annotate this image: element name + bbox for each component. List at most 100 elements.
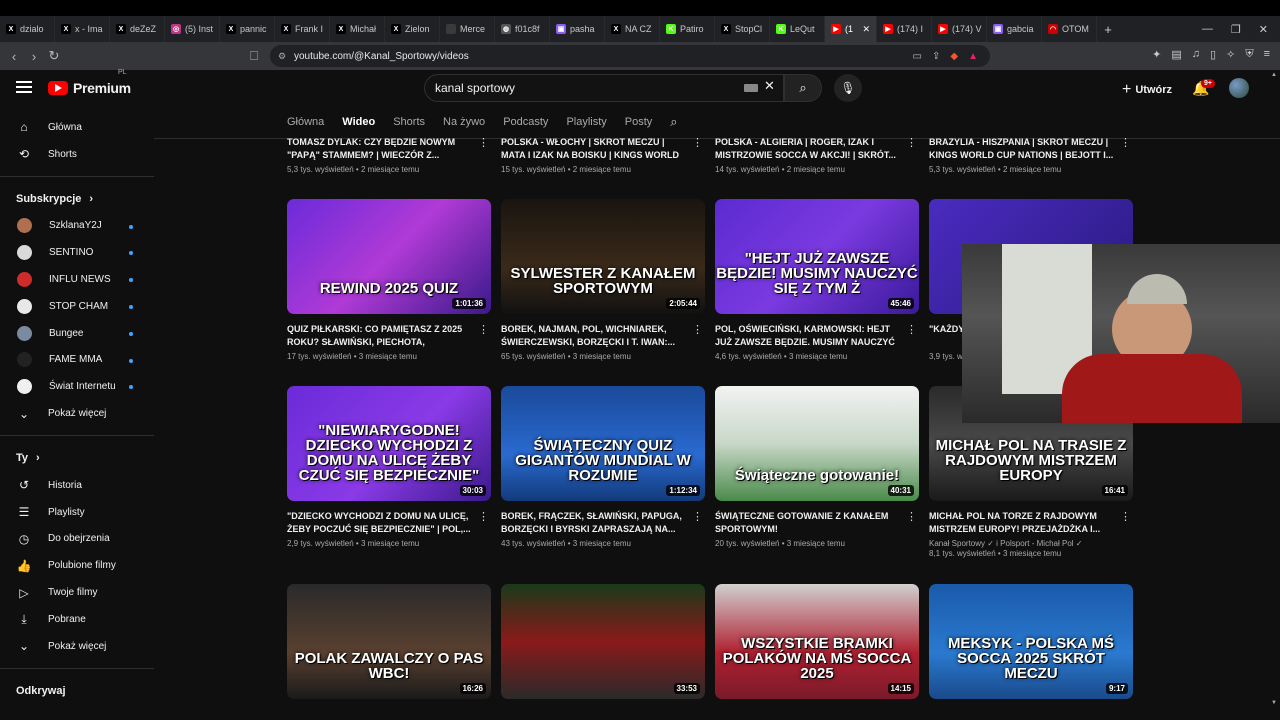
video-card[interactable]: POLSKA - ALGIERIA | ROGER, IZAK I MISTRZ… <box>715 138 919 174</box>
sidebar-item-subscription[interactable]: INFLU NEWS <box>0 266 154 293</box>
browser-tab[interactable]: XdeZeZ <box>110 16 165 42</box>
more-options-icon[interactable]: ⋮ <box>906 323 917 336</box>
video-channel[interactable]: Kanał Sportowy ✓ i Polsport - Michał Pol… <box>929 539 1133 548</box>
vpn-icon[interactable]: ⛨ <box>1245 48 1253 61</box>
music-icon[interactable]: ♫ <box>1192 48 1200 61</box>
browser-tab[interactable]: ▶ (1 ✕ <box>825 16 877 42</box>
video-title[interactable]: BRAZYLIA - HISZPANIA | SKRÓT MECZU | KIN… <box>929 138 1115 162</box>
video-title[interactable]: MICHAŁ POL NA TORZE Z RAJDOWYM MISTRZEM … <box>929 510 1115 536</box>
url-field[interactable]: ⚙ youtube.com/@Kanal_Sportowy/videos ▭ ⇪… <box>270 45 990 67</box>
leo-icon[interactable]: ✧ <box>1226 48 1235 61</box>
voice-search-button[interactable]: 🎙 <box>834 74 862 102</box>
share-icon[interactable]: ⇪ <box>932 51 940 62</box>
keyboard-icon[interactable] <box>744 84 758 92</box>
video-thumbnail[interactable]: "NIEWIARYGODNE! DZIECKO WYCHODZI Z DOMU … <box>287 386 491 501</box>
more-options-icon[interactable]: ⋮ <box>478 323 489 336</box>
bookmark-icon[interactable]: ⎕ <box>244 48 264 64</box>
sidebar-item-główna[interactable]: ⌂ Główna <box>0 114 154 141</box>
new-tab-button[interactable]: + <box>1097 22 1119 37</box>
show-more-subscriptions[interactable]: ⌄ Pokaż więcej <box>0 400 154 427</box>
sidebar-toggle-icon[interactable]: ▯ <box>1210 48 1216 61</box>
video-card[interactable]: "HEJT JUŻ ZAWSZE BĘDZIE! MUSIMY NAUCZYĆ … <box>715 199 919 361</box>
browser-tab[interactable]: Xdzialo <box>0 16 55 42</box>
more-options-icon[interactable]: ⋮ <box>906 510 917 523</box>
video-thumbnail[interactable]: "HEJT JUŻ ZAWSZE BĘDZIE! MUSIMY NAUCZYĆ … <box>715 199 919 314</box>
sidebar-item-you[interactable]: ⤓ Pobrane <box>0 606 154 633</box>
video-thumbnail[interactable]: POLAK ZAWALCZY O PAS WBC! 16:26 <box>287 584 491 699</box>
video-card[interactable]: 33:53 <box>501 584 705 699</box>
sidebar-item-you[interactable]: ◷ Do obejrzenia <box>0 526 154 553</box>
browser-tab[interactable]: ◍ f01c8f <box>495 16 550 42</box>
you-header[interactable]: Ty › <box>0 444 154 472</box>
video-title[interactable]: TOMASZ DYLAK: CZY BĘDZIE NOWYM "PAPĄ" ST… <box>287 138 473 162</box>
video-card[interactable]: SYLWESTER Z KANAŁEM SPORTOWYM 2:05:44 BORE… <box>501 199 705 361</box>
sidebar-item-you[interactable]: 👍 Polubione filmy <box>0 552 154 579</box>
more-options-icon[interactable]: ⋮ <box>478 510 489 523</box>
sidebar-item-subscription[interactable]: SENTINO <box>0 239 154 266</box>
site-info-icon[interactable]: ⚙ <box>278 51 286 62</box>
browser-tab[interactable]: Merce <box>440 16 495 42</box>
youtube-logo[interactable]: Premium <box>48 80 131 96</box>
more-options-icon[interactable]: ⋮ <box>1120 510 1131 523</box>
menu-icon[interactable]: ≡ <box>1264 48 1270 61</box>
tab-playlisty[interactable]: Playlisty <box>566 116 606 128</box>
video-thumbnail[interactable]: Świąteczne gotowanie! 40:31 <box>715 386 919 501</box>
browser-tab[interactable]: Xpannic <box>220 16 275 42</box>
browser-tab[interactable]: ◎ (5) Inst <box>165 16 220 42</box>
browser-tab[interactable]: ▣ pasha <box>550 16 605 42</box>
minimize-icon[interactable]: — <box>1202 23 1213 36</box>
clear-search-icon[interactable]: ✕ <box>764 78 775 94</box>
browser-tab[interactable]: X Zielon <box>385 16 440 42</box>
brave-rewards-icon[interactable]: ▲ <box>968 51 978 62</box>
tab-podcasty[interactable]: Podcasty <box>503 116 548 128</box>
browser-tab[interactable]: Xx - Ima <box>55 16 110 42</box>
video-thumbnail[interactable]: MEKSYK - POLSKA MŚ SOCCA 2025 SKRÓT MECZ… <box>929 584 1133 699</box>
more-options-icon[interactable]: ⋮ <box>692 510 703 523</box>
back-icon[interactable]: ‹ <box>4 49 24 64</box>
browser-tab[interactable]: K LeQut <box>770 16 825 42</box>
more-options-icon[interactable]: ⋮ <box>692 138 703 149</box>
browser-tab[interactable]: X NA CZ <box>605 16 660 42</box>
brave-shield-icon[interactable]: ◆ <box>950 51 958 62</box>
search-input[interactable]: kanal sportowy <box>424 74 784 102</box>
sidebar-item-subscription[interactable]: Bungee <box>0 320 154 347</box>
sidebar-item-subscription[interactable]: SzklanaY2J <box>0 213 154 240</box>
video-card[interactable]: BRAZYLIA - HISZPANIA | SKRÓT MECZU | KIN… <box>929 138 1133 174</box>
video-card[interactable]: "NIEWIARYGODNE! DZIECKO WYCHODZI Z DOMU … <box>287 386 491 548</box>
page-scrollbar[interactable]: ▲ ▼ <box>1270 70 1280 720</box>
video-card[interactable]: Świąteczne gotowanie! 40:31 ŚWIĄTECZNE GOT… <box>715 386 919 548</box>
tab-posty[interactable]: Posty <box>625 116 653 128</box>
video-title[interactable]: POLSKA - ALGIERIA | ROGER, IZAK I MISTRZ… <box>715 138 901 162</box>
extensions-icon[interactable]: ✦ <box>1152 48 1161 61</box>
sidebar-item-shorts[interactable]: ⟲ Shorts <box>0 141 154 168</box>
browser-tab[interactable]: ◠ OTOM <box>1042 16 1097 42</box>
video-title[interactable]: POLSKA - WŁOCHY | SKRÓT MECZU | MATA I I… <box>501 138 687 162</box>
maximize-icon[interactable]: ❐ <box>1231 23 1241 36</box>
video-title[interactable]: "DZIECKO WYCHODZI Z DOMU NA ULICĘ, ŻEBY … <box>287 510 473 536</box>
search-button[interactable]: ⌕ <box>784 74 822 102</box>
video-card[interactable]: TOMASZ DYLAK: CZY BĘDZIE NOWYM "PAPĄ" ST… <box>287 138 491 174</box>
browser-tab[interactable]: ▣ gabcia <box>987 16 1042 42</box>
more-options-icon[interactable]: ⋮ <box>906 138 917 149</box>
more-options-icon[interactable]: ⋮ <box>1120 138 1131 149</box>
browser-tab[interactable]: ▶ (174) I <box>877 16 932 42</box>
browser-tab[interactable]: X Frank I <box>275 16 330 42</box>
forward-icon[interactable]: › <box>24 49 44 64</box>
video-thumbnail[interactable]: REWIND 2025 QUIZ 1:01:36 <box>287 199 491 314</box>
video-title[interactable]: POL, OŚWIECIŃSKI, KARMOWSKI: HEJT JUŻ ZA… <box>715 323 901 349</box>
video-card[interactable]: REWIND 2025 QUIZ 1:01:36 QUIZ PIŁKARSKI: C… <box>287 199 491 361</box>
video-thumbnail[interactable]: 33:53 <box>501 584 705 699</box>
wallet-icon[interactable]: ▤ <box>1171 48 1181 61</box>
video-thumbnail[interactable]: ŚWIĄTECZNY QUIZ GIGANTÓW MUNDIAL W ROZUM… <box>501 386 705 501</box>
tab-wideo[interactable]: Wideo <box>342 116 375 128</box>
video-thumbnail[interactable]: SYLWESTER Z KANAŁEM SPORTOWYM 2:05:44 <box>501 199 705 314</box>
scroll-up-icon[interactable]: ▲ <box>1271 72 1277 78</box>
video-card[interactable]: POLAK ZAWALCZY O PAS WBC! 16:26 <box>287 584 491 699</box>
scroll-down-icon[interactable]: ▼ <box>1271 700 1277 706</box>
video-card[interactable]: MEKSYK - POLSKA MŚ SOCCA 2025 SKRÓT MECZ… <box>929 584 1133 699</box>
tab-na żywo[interactable]: Na żywo <box>443 116 485 128</box>
reload-icon[interactable]: ↻ <box>44 48 64 64</box>
video-thumbnail[interactable]: WSZYSTKIE BRAMKI POLAKÓW NA MŚ SOCCA 202… <box>715 584 919 699</box>
video-title[interactable]: QUIZ PIŁKARSKI: CO PAMIĘTASZ Z 2025 ROKU… <box>287 323 473 349</box>
tab-główna[interactable]: Główna <box>287 116 324 128</box>
